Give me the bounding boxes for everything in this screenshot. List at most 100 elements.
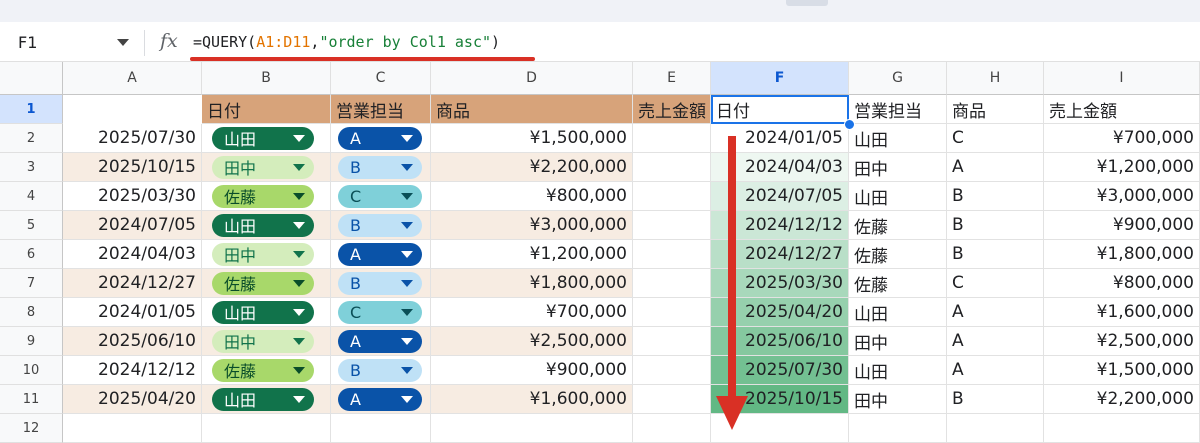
dropdown-caret-icon[interactable] xyxy=(401,366,413,374)
column-header-d[interactable]: D xyxy=(431,62,633,95)
row-header-12[interactable]: 12 xyxy=(0,414,63,443)
source-product-cell[interactable]: B xyxy=(331,211,431,240)
product-chip[interactable]: A xyxy=(338,387,422,411)
result-amount-cell[interactable]: ¥1,200,000 xyxy=(1044,153,1200,182)
source-product-cell[interactable]: A xyxy=(331,327,431,356)
column-header-a[interactable]: A xyxy=(63,62,202,95)
person-chip[interactable]: 田中 xyxy=(212,242,314,266)
row-header-11[interactable]: 11 xyxy=(0,385,63,414)
source-amount-cell[interactable]: ¥1,200,000 xyxy=(431,240,633,269)
result-header-cell[interactable]: 営業担当 xyxy=(849,95,947,124)
source-person-cell[interactable]: 山田 xyxy=(202,211,331,240)
result-amount-cell[interactable]: ¥900,000 xyxy=(1044,211,1200,240)
empty-cell-row12[interactable] xyxy=(331,414,431,443)
source-date-cell[interactable]: 2024/01/05 xyxy=(63,298,202,327)
dropdown-caret-icon[interactable] xyxy=(401,308,413,316)
source-amount-cell[interactable]: ¥3,000,000 xyxy=(431,211,633,240)
empty-cell-e[interactable] xyxy=(633,414,711,443)
product-chip[interactable]: B xyxy=(338,358,422,382)
source-person-cell[interactable]: 山田 xyxy=(202,298,331,327)
empty-cell-e[interactable] xyxy=(633,153,711,182)
dropdown-caret-icon[interactable] xyxy=(293,337,305,345)
empty-cell-row12[interactable] xyxy=(947,414,1044,443)
source-date-cell[interactable]: 2024/07/05 xyxy=(63,211,202,240)
source-header-cell[interactable]: 日付 xyxy=(202,95,331,124)
row-header-2[interactable]: 2 xyxy=(0,124,63,153)
source-person-cell[interactable]: 田中 xyxy=(202,240,331,269)
dropdown-caret-icon[interactable] xyxy=(401,163,413,171)
result-product-cell[interactable]: A xyxy=(947,327,1044,356)
result-header-cell[interactable]: 商品 xyxy=(947,95,1044,124)
source-product-cell[interactable]: B xyxy=(331,269,431,298)
dropdown-caret-icon[interactable] xyxy=(293,395,305,403)
result-header-cell[interactable]: 売上金額 xyxy=(1044,95,1200,124)
person-chip[interactable]: 田中 xyxy=(212,155,314,179)
formula-input[interactable]: =QUERY(A1:D11,"order by Col1 asc") xyxy=(193,33,500,51)
column-header-e[interactable]: E xyxy=(633,62,711,95)
result-amount-cell[interactable]: ¥2,200,000 xyxy=(1044,385,1200,414)
result-person-cell[interactable]: 山田 xyxy=(849,298,947,327)
result-product-cell[interactable]: A xyxy=(947,153,1044,182)
column-header-i[interactable]: I xyxy=(1044,62,1200,95)
empty-cell-row12[interactable] xyxy=(63,414,202,443)
column-header-f[interactable]: F xyxy=(711,62,849,95)
result-product-cell[interactable]: B xyxy=(947,385,1044,414)
empty-cell-e[interactable] xyxy=(633,240,711,269)
result-product-cell[interactable]: A xyxy=(947,298,1044,327)
dropdown-caret-icon[interactable] xyxy=(293,134,305,142)
source-date-cell[interactable]: 2024/12/12 xyxy=(63,356,202,385)
source-date-cell[interactable]: 2025/06/10 xyxy=(63,327,202,356)
source-product-cell[interactable]: C xyxy=(331,298,431,327)
source-header-cell[interactable]: 商品 xyxy=(431,95,633,124)
result-product-cell[interactable]: B xyxy=(947,182,1044,211)
result-person-cell[interactable]: 佐藤 xyxy=(849,240,947,269)
result-person-cell[interactable]: 佐藤 xyxy=(849,269,947,298)
dropdown-caret-icon[interactable] xyxy=(293,221,305,229)
person-chip[interactable]: 佐藤 xyxy=(212,184,314,208)
select-all-corner[interactable] xyxy=(0,62,63,95)
product-chip[interactable]: A xyxy=(338,242,422,266)
source-date-cell[interactable]: 2025/04/20 xyxy=(63,385,202,414)
column-header-g[interactable]: G xyxy=(849,62,947,95)
result-product-cell[interactable]: B xyxy=(947,240,1044,269)
source-date-cell[interactable]: 2025/07/30 xyxy=(63,124,202,153)
spreadsheet-grid[interactable]: A B C D E F G H I 1 2 3 4 5 6 7 8 9 10 11 12 日付 日付 営業担当 営業担当 商品 商品… xyxy=(0,62,1200,443)
source-amount-cell[interactable]: ¥1,600,000 xyxy=(431,385,633,414)
source-person-cell[interactable]: 佐藤 xyxy=(202,356,331,385)
result-amount-cell[interactable]: ¥700,000 xyxy=(1044,124,1200,153)
row-header-9[interactable]: 9 xyxy=(0,327,63,356)
dropdown-caret-icon[interactable] xyxy=(401,192,413,200)
empty-cell-e[interactable] xyxy=(633,327,711,356)
product-chip[interactable]: B xyxy=(338,271,422,295)
empty-cell-e[interactable] xyxy=(633,124,711,153)
source-person-cell[interactable]: 田中 xyxy=(202,327,331,356)
dropdown-caret-icon[interactable] xyxy=(293,250,305,258)
result-amount-cell[interactable]: ¥1,800,000 xyxy=(1044,240,1200,269)
product-chip[interactable]: B xyxy=(338,213,422,237)
empty-cell-e[interactable] xyxy=(633,385,711,414)
source-product-cell[interactable]: A xyxy=(331,240,431,269)
result-product-cell[interactable]: A xyxy=(947,356,1044,385)
source-product-cell[interactable]: A xyxy=(331,124,431,153)
result-amount-cell[interactable]: ¥3,000,000 xyxy=(1044,182,1200,211)
person-chip[interactable]: 山田 xyxy=(212,387,314,411)
row-header-8[interactable]: 8 xyxy=(0,298,63,327)
person-chip[interactable]: 山田 xyxy=(212,213,314,237)
row-header-3[interactable]: 3 xyxy=(0,153,63,182)
source-product-cell[interactable]: B xyxy=(331,356,431,385)
empty-cell-row12[interactable] xyxy=(1044,414,1200,443)
row-header-4[interactable]: 4 xyxy=(0,182,63,211)
empty-cell-row12[interactable] xyxy=(849,414,947,443)
row-header-10[interactable]: 10 xyxy=(0,356,63,385)
source-amount-cell[interactable]: ¥2,200,000 xyxy=(431,153,633,182)
source-person-cell[interactable]: 田中 xyxy=(202,153,331,182)
person-chip[interactable]: 佐藤 xyxy=(212,271,314,295)
source-amount-cell[interactable]: ¥2,500,000 xyxy=(431,327,633,356)
person-chip[interactable]: 田中 xyxy=(212,329,314,353)
result-person-cell[interactable]: 田中 xyxy=(849,153,947,182)
empty-cell-e[interactable] xyxy=(633,211,711,240)
result-product-cell[interactable]: C xyxy=(947,269,1044,298)
person-chip[interactable]: 佐藤 xyxy=(212,358,314,382)
dropdown-caret-icon[interactable] xyxy=(293,366,305,374)
source-date-cell[interactable]: 2025/10/15 xyxy=(63,153,202,182)
